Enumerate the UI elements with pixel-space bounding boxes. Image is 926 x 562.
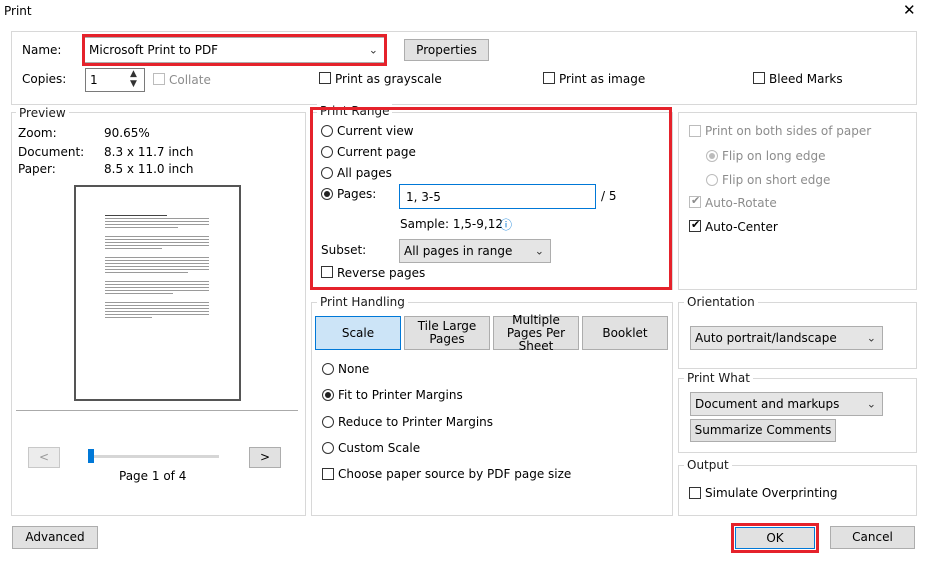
printer-select[interactable]: Microsoft Print to PDF ⌄ bbox=[84, 37, 385, 63]
bleed-marks-label: Bleed Marks bbox=[769, 72, 843, 86]
next-page-button[interactable]: > bbox=[249, 447, 281, 468]
tab-multiple-pages[interactable]: Multiple Pages Per Sheet bbox=[493, 313, 579, 352]
total-pages: / 5 bbox=[601, 189, 617, 203]
current-page-radio[interactable] bbox=[321, 146, 333, 158]
pages-radio[interactable] bbox=[321, 188, 333, 200]
spin-arrows-icon[interactable]: ▲ ▼ bbox=[130, 69, 137, 89]
orientation-select[interactable]: Auto portrait/landscape ⌄ bbox=[690, 326, 883, 350]
subset-value: All pages in range bbox=[404, 244, 513, 258]
print-range-title: Print Range bbox=[317, 104, 393, 118]
fit-margins-radio[interactable] bbox=[322, 389, 334, 401]
chevron-down-icon: ⌄ bbox=[866, 331, 876, 345]
pages-input[interactable]: 1, 3-5 bbox=[399, 184, 596, 209]
cancel-button[interactable]: Cancel bbox=[830, 526, 915, 549]
print-what-value: Document and markups bbox=[695, 397, 840, 411]
bleed-marks-checkbox[interactable] bbox=[753, 72, 765, 84]
reduce-margins-radio[interactable] bbox=[322, 416, 334, 428]
page-indicator: Page 1 of 4 bbox=[119, 469, 187, 483]
long-edge-radio[interactable] bbox=[706, 150, 718, 162]
collate-checkbox[interactable] bbox=[153, 73, 165, 85]
print-handling-title: Print Handling bbox=[317, 295, 408, 309]
preview-divider bbox=[16, 410, 298, 411]
paper-label: Paper: bbox=[18, 162, 56, 176]
simulate-overprinting-label: Simulate Overprinting bbox=[705, 486, 838, 500]
short-edge-radio[interactable] bbox=[706, 174, 718, 186]
auto-rotate-label: Auto-Rotate bbox=[705, 196, 777, 210]
scale-none-label: None bbox=[338, 362, 370, 376]
document-value: 8.3 x 11.7 inch bbox=[104, 145, 194, 159]
collate-label: Collate bbox=[169, 73, 211, 87]
sample-text: Sample: 1,5-9,12 bbox=[400, 217, 503, 231]
page-slider[interactable] bbox=[88, 449, 219, 463]
subset-select[interactable]: All pages in range ⌄ bbox=[399, 239, 551, 263]
both-sides-label: Print on both sides of paper bbox=[705, 124, 872, 138]
document-label: Document: bbox=[18, 145, 85, 159]
current-view-label: Current view bbox=[337, 124, 414, 138]
tab-scale[interactable]: Scale bbox=[315, 316, 401, 350]
page-text-lines bbox=[105, 213, 209, 320]
fit-margins-label: Fit to Printer Margins bbox=[338, 388, 463, 402]
paper-value: 8.5 x 11.0 inch bbox=[104, 162, 194, 176]
advanced-button[interactable]: Advanced bbox=[12, 526, 98, 549]
auto-center-label: Auto-Center bbox=[705, 220, 778, 234]
grayscale-label: Print as grayscale bbox=[335, 72, 442, 86]
orientation-value: Auto portrait/landscape bbox=[695, 331, 837, 345]
paper-source-checkbox[interactable] bbox=[322, 468, 334, 480]
zoom-value: 90.65% bbox=[104, 126, 150, 140]
output-title: Output bbox=[684, 458, 732, 472]
properties-button[interactable]: Properties bbox=[404, 39, 489, 61]
auto-center-checkbox[interactable]: ✔ bbox=[689, 218, 701, 232]
chevron-down-icon: ⌄ bbox=[866, 397, 876, 411]
current-view-radio[interactable] bbox=[321, 125, 333, 137]
reverse-pages-label: Reverse pages bbox=[337, 266, 426, 280]
page-preview bbox=[74, 185, 241, 401]
print-as-image-label: Print as image bbox=[559, 72, 646, 86]
short-edge-label: Flip on short edge bbox=[722, 173, 831, 187]
all-pages-radio[interactable] bbox=[321, 167, 333, 179]
name-label: Name: bbox=[22, 43, 62, 57]
tab-booklet[interactable]: Booklet bbox=[582, 316, 668, 350]
subset-label: Subset: bbox=[321, 243, 367, 257]
slider-thumb[interactable] bbox=[88, 449, 94, 463]
print-what-select[interactable]: Document and markups ⌄ bbox=[690, 392, 883, 416]
paper-source-label: Choose paper source by PDF page size bbox=[338, 467, 572, 481]
chevron-down-icon: ⌄ bbox=[534, 244, 544, 258]
grayscale-checkbox[interactable] bbox=[319, 72, 331, 84]
reduce-margins-label: Reduce to Printer Margins bbox=[338, 415, 494, 429]
custom-scale-label: Custom Scale bbox=[338, 441, 421, 455]
both-sides-checkbox[interactable] bbox=[689, 125, 701, 137]
ok-button[interactable]: OK bbox=[735, 527, 815, 549]
copies-stepper[interactable]: 1 ▲ ▼ bbox=[85, 68, 145, 92]
preview-title: Preview bbox=[16, 106, 69, 120]
current-page-label: Current page bbox=[337, 145, 416, 159]
window-title: Print bbox=[4, 4, 32, 18]
prev-page-button[interactable]: < bbox=[28, 447, 60, 468]
print-what-title: Print What bbox=[684, 371, 753, 385]
print-as-image-checkbox[interactable] bbox=[543, 72, 555, 84]
summarize-comments-button[interactable]: Summarize Comments bbox=[690, 419, 836, 442]
orientation-title: Orientation bbox=[684, 295, 758, 309]
zoom-label: Zoom: bbox=[18, 126, 57, 140]
chevron-down-icon: ⌄ bbox=[368, 43, 378, 57]
copies-value: 1 bbox=[90, 73, 98, 87]
scale-none-radio[interactable] bbox=[322, 363, 334, 375]
long-edge-label: Flip on long edge bbox=[722, 149, 826, 163]
simulate-overprinting-checkbox[interactable] bbox=[689, 487, 701, 499]
pages-input-value: 1, 3-5 bbox=[406, 190, 441, 204]
copies-label: Copies: bbox=[22, 72, 67, 86]
all-pages-label: All pages bbox=[337, 166, 392, 180]
pages-label: Pages: bbox=[337, 187, 377, 201]
printer-value: Microsoft Print to PDF bbox=[89, 43, 219, 57]
auto-rotate-checkbox[interactable]: ✔ bbox=[689, 194, 701, 208]
tab-tile-large-pages[interactable]: Tile Large Pages bbox=[404, 316, 490, 350]
reverse-pages-checkbox[interactable] bbox=[321, 266, 333, 278]
info-icon[interactable]: ⓘ bbox=[500, 216, 512, 233]
custom-scale-radio[interactable] bbox=[322, 442, 334, 454]
close-icon[interactable]: ✕ bbox=[903, 1, 916, 19]
